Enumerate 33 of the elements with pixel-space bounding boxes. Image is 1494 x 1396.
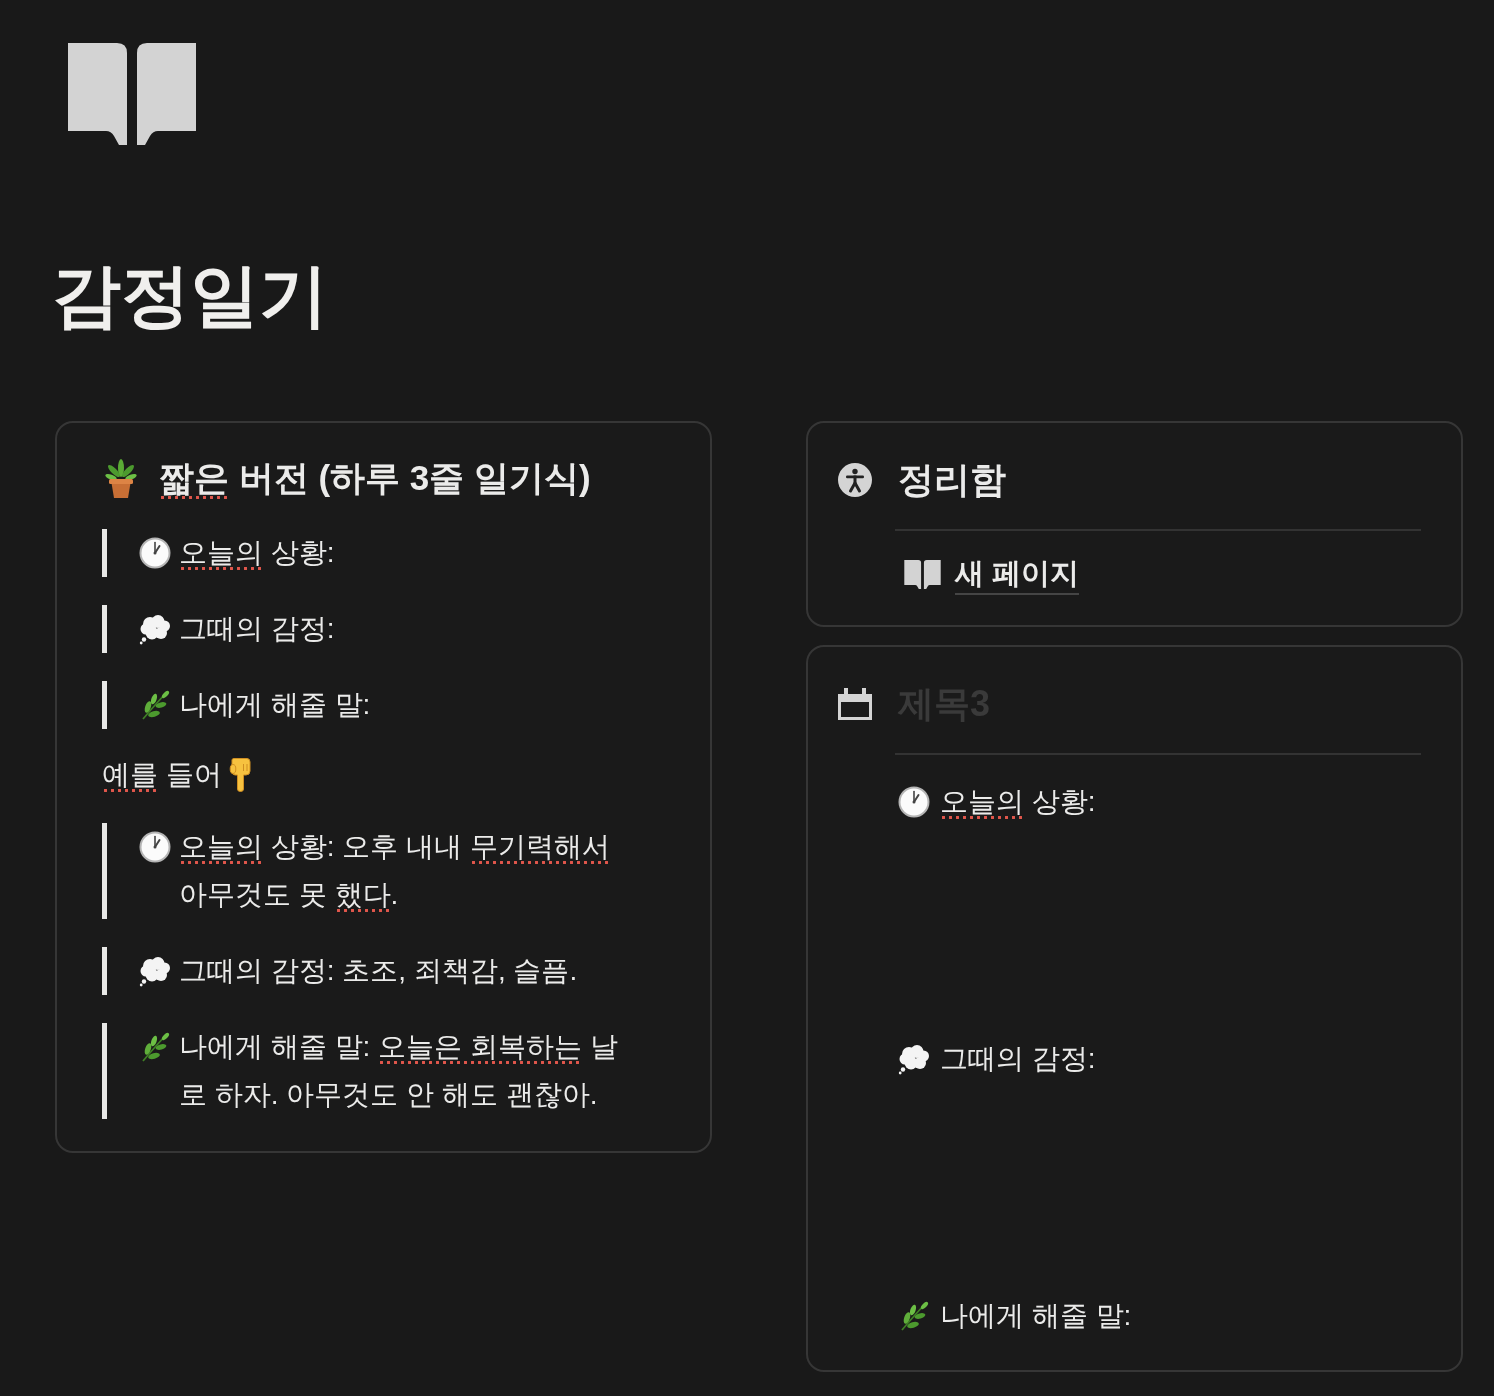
thought-balloon-icon [139, 613, 171, 645]
page-link[interactable]: 새 페이지 [904, 553, 1080, 595]
example-label: 예를 들어 [102, 751, 222, 799]
accessibility-icon [838, 463, 872, 497]
quote-bar [102, 947, 107, 995]
page-title: 감정일기 [52, 256, 328, 336]
quote-text: 그때의 감정: 초조, 죄책감, 슬픔. [179, 954, 578, 988]
book-icon [68, 43, 196, 145]
clock-icon [139, 831, 171, 863]
quote-text: 나에게 해줄 말: 오늘은 회복하는 날로 하자. 아무것도 안 해도 괜찮아. [179, 1030, 619, 1112]
quote-bar [102, 681, 107, 729]
quote-text: 나에게 해줄 말: [179, 688, 371, 722]
quote-text: 오늘의 상황: [179, 529, 335, 577]
clock-icon [898, 786, 930, 818]
quote-bar [102, 529, 107, 577]
potted-plant-icon [104, 458, 138, 498]
quote-text: 오늘의 상황: 오후 내내 무기력해서 아무것도 못 했다. [179, 823, 631, 919]
callout-heading: 짧은 버전 (하루 3줄 일기식) [159, 455, 591, 501]
card-title: 정리함 [898, 458, 1006, 502]
prompt-text: 그때의 감정: [940, 1042, 1096, 1076]
quote-bar [102, 605, 107, 653]
thought-balloon-icon [139, 955, 171, 987]
quote-text: 그때의 감정: [179, 612, 335, 646]
prompt-text: 나에게 해줄 말: [940, 1299, 1132, 1333]
thought-balloon-icon [898, 1043, 930, 1075]
clock-icon [139, 537, 171, 569]
book-icon [904, 559, 941, 589]
herb-icon [139, 1031, 171, 1063]
herb-icon [898, 1300, 930, 1332]
pointing-down-icon [227, 758, 252, 792]
calendar-icon [838, 687, 872, 721]
herb-icon [139, 689, 171, 721]
prompt-text: 오늘의 상황: [940, 778, 1096, 826]
